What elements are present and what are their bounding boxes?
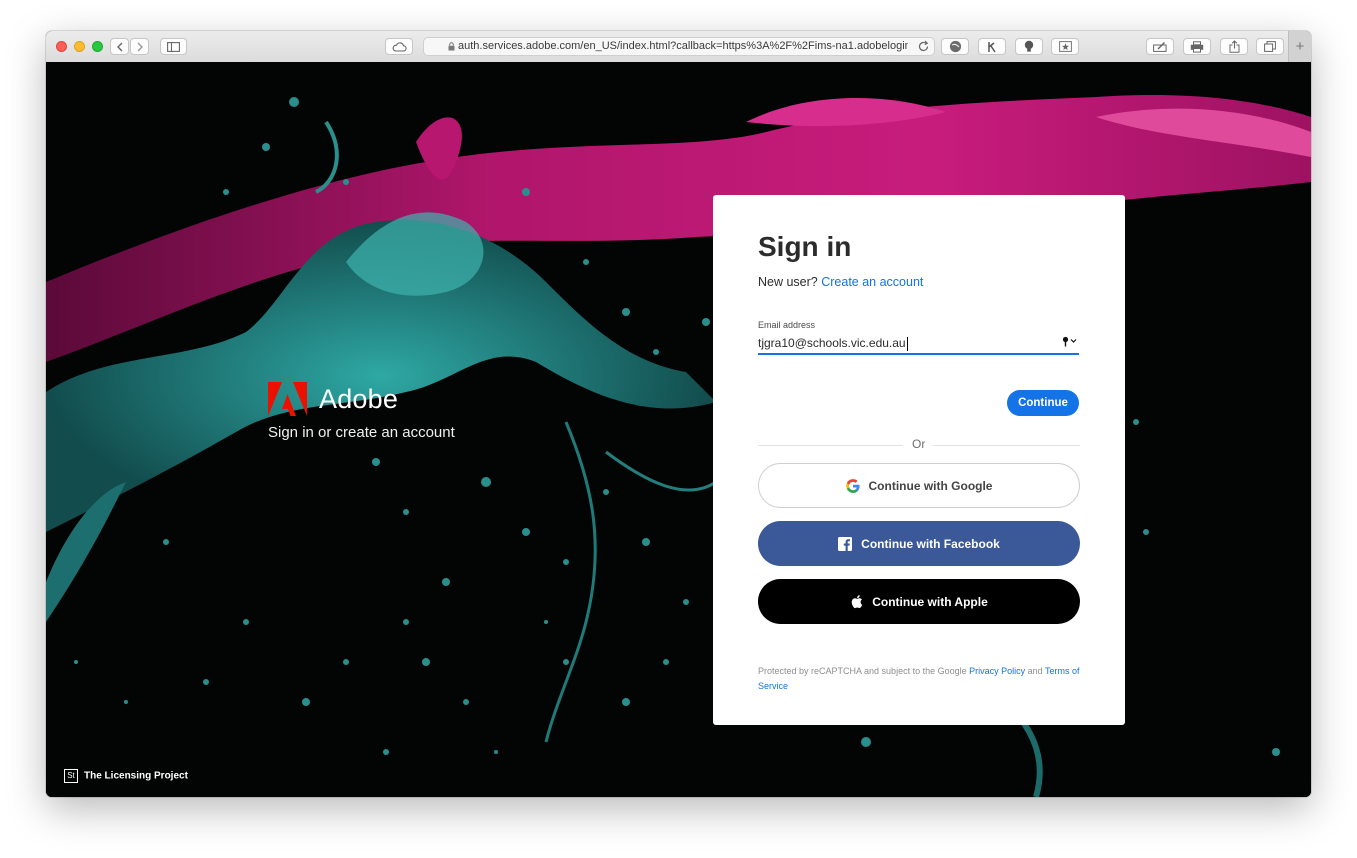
share-button[interactable] [1220, 38, 1248, 55]
back-button[interactable] [110, 38, 129, 55]
continue-with-facebook-button[interactable]: Continue with Facebook [758, 521, 1080, 566]
text-caret [906, 336, 908, 351]
legal-and: and [1027, 666, 1043, 676]
reload-icon[interactable] [917, 40, 930, 53]
zoom-window-button[interactable] [92, 41, 103, 52]
adobe-signin-page: Adobe Sign in or create an account St The… [46, 62, 1311, 797]
stock-badge-icon: St [64, 769, 78, 783]
image-credit[interactable]: St The Licensing Project [64, 769, 188, 783]
legal-prefix: Protected by reCAPTCHA and subject to th… [758, 666, 967, 676]
new-user-prompt: New user? [758, 275, 818, 289]
email-label: Email address [758, 320, 816, 330]
google-icon [845, 478, 860, 493]
recaptcha-notice: Protected by reCAPTCHA and subject to th… [758, 664, 1080, 694]
chevron-left-icon [116, 42, 122, 51]
icloud-tabs-button[interactable] [385, 38, 413, 55]
privacy-policy-link[interactable]: Privacy Policy [969, 666, 1025, 676]
page-title: Sign in [758, 231, 852, 262]
divider-left [758, 445, 903, 446]
or-divider-label: Or [912, 437, 926, 451]
extension-button-4[interactable] [1051, 38, 1079, 55]
star-badge-icon [1058, 41, 1072, 52]
new-tab-button[interactable]: + [1288, 31, 1311, 62]
browser-toolbar: auth.services.adobe.com/en_US/index.html… [46, 31, 1311, 63]
sidebar-button[interactable] [160, 38, 187, 55]
google-button-label: Continue with Google [868, 478, 993, 493]
pencil-icon [1153, 42, 1167, 52]
email-value: tjgra10@schools.vic.edu.au [758, 336, 906, 350]
url-text: auth.services.adobe.com/en_US/index.html… [458, 40, 908, 52]
minimize-window-button[interactable] [74, 41, 85, 52]
cloud-icon [392, 41, 407, 52]
brand-tagline: Sign in or create an account [268, 424, 455, 441]
extension-button-1[interactable] [941, 38, 969, 55]
extension-globe-icon [949, 40, 961, 53]
extension-glyph-icon [988, 41, 996, 52]
tab-overview-button[interactable] [1256, 38, 1284, 55]
chevron-right-icon [137, 42, 143, 51]
print-button[interactable] [1183, 38, 1211, 55]
lightbulb-icon [1024, 40, 1034, 52]
credit-text: The Licensing Project [84, 770, 188, 782]
browser-window: auth.services.adobe.com/en_US/index.html… [46, 31, 1311, 797]
share-icon [1229, 40, 1239, 53]
printer-icon [1190, 40, 1204, 53]
close-window-button[interactable] [56, 41, 67, 52]
brand-name: Adobe [319, 384, 399, 414]
address-bar[interactable]: auth.services.adobe.com/en_US/index.html… [423, 37, 935, 56]
create-account-link[interactable]: Create an account [821, 275, 923, 289]
sidebar-icon [167, 41, 180, 52]
signin-card: Sign in New user? Create an account Emai… [713, 195, 1125, 725]
continue-with-apple-button[interactable]: Continue with Apple [758, 579, 1080, 624]
email-field[interactable]: tjgra10@schools.vic.edu.au [758, 333, 1079, 355]
facebook-icon [838, 536, 853, 551]
continue-with-google-button[interactable]: Continue with Google [758, 463, 1080, 508]
extension-button-2[interactable] [978, 38, 1006, 55]
lock-icon [448, 42, 455, 51]
apple-icon [850, 594, 863, 609]
facebook-button-label: Continue with Facebook [861, 536, 1000, 551]
tabs-overview-icon [1264, 41, 1276, 52]
forward-button[interactable] [130, 38, 149, 55]
extension-button-3[interactable] [1015, 38, 1043, 55]
password-key-icon[interactable] [1062, 336, 1078, 347]
new-user-row: New user? Create an account [758, 275, 923, 289]
continue-button[interactable]: Continue [1007, 390, 1079, 416]
notes-extension-button[interactable] [1146, 38, 1174, 55]
apple-button-label: Continue with Apple [872, 594, 988, 609]
divider-right [933, 445, 1080, 446]
adobe-logo-icon [268, 382, 307, 416]
